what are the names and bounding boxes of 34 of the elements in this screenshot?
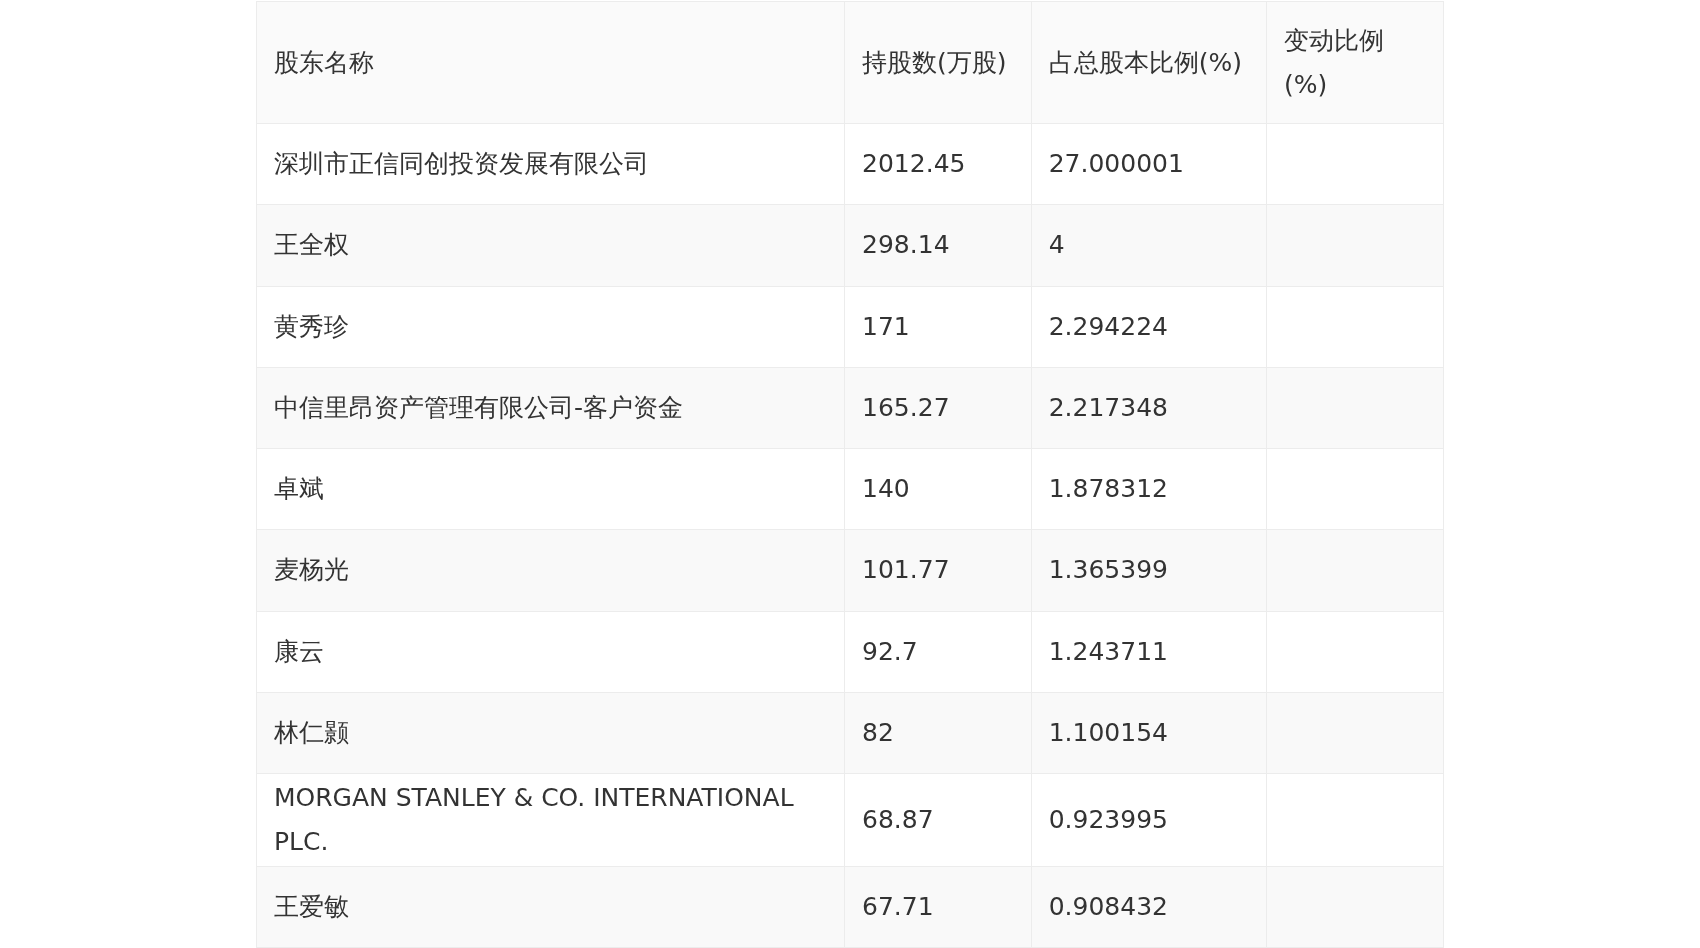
- table-cell: 2012.45: [844, 123, 1032, 205]
- table-cell: 0.923995: [1031, 773, 1267, 867]
- table-cell: 101.77: [844, 529, 1032, 611]
- table-cell: 140: [844, 448, 1032, 530]
- table-cell: 4: [1031, 204, 1267, 286]
- table-cell: 黄秀珍: [256, 286, 845, 368]
- table-cell: 深圳市正信同创投资发展有限公司: [256, 123, 845, 205]
- table-cell: 92.7: [844, 611, 1032, 693]
- table-cell: 康云: [256, 611, 845, 693]
- column-header: 股东名称: [256, 1, 845, 124]
- table-cell: MORGAN STANLEY & CO. INTERNATIONAL PLC.: [256, 773, 845, 867]
- table-cell: 68.87: [844, 773, 1032, 867]
- table-cell: 麦杨光: [256, 529, 845, 611]
- table-cell: 171: [844, 286, 1032, 368]
- table-cell: 67.71: [844, 866, 1032, 948]
- column-header: 占总股本比例(%): [1031, 1, 1267, 124]
- table-cell: 林仁颢: [256, 692, 845, 774]
- table-cell: 1.365399: [1031, 529, 1267, 611]
- table-cell: 卓斌: [256, 448, 845, 530]
- table-cell: 王全权: [256, 204, 845, 286]
- column-header: 变动比例(%): [1266, 1, 1444, 124]
- table-cell: 82: [844, 692, 1032, 774]
- table-cell: 27.000001: [1031, 123, 1267, 205]
- table-cell: 298.14: [844, 204, 1032, 286]
- table-cell: 1.100154: [1031, 692, 1267, 774]
- table-cell: 165.27: [844, 367, 1032, 449]
- column-header: 持股数(万股): [844, 1, 1032, 124]
- table-cell: 1.243711: [1031, 611, 1267, 693]
- table-cell: 0.908432: [1031, 866, 1267, 948]
- table-cell: 中信里昂资产管理有限公司-客户资金: [256, 367, 845, 449]
- table-cell: 1.878312: [1031, 448, 1267, 530]
- table-cell: 2.294224: [1031, 286, 1267, 368]
- table-cell: 2.217348: [1031, 367, 1267, 449]
- table-cell: 王爱敏: [256, 866, 845, 948]
